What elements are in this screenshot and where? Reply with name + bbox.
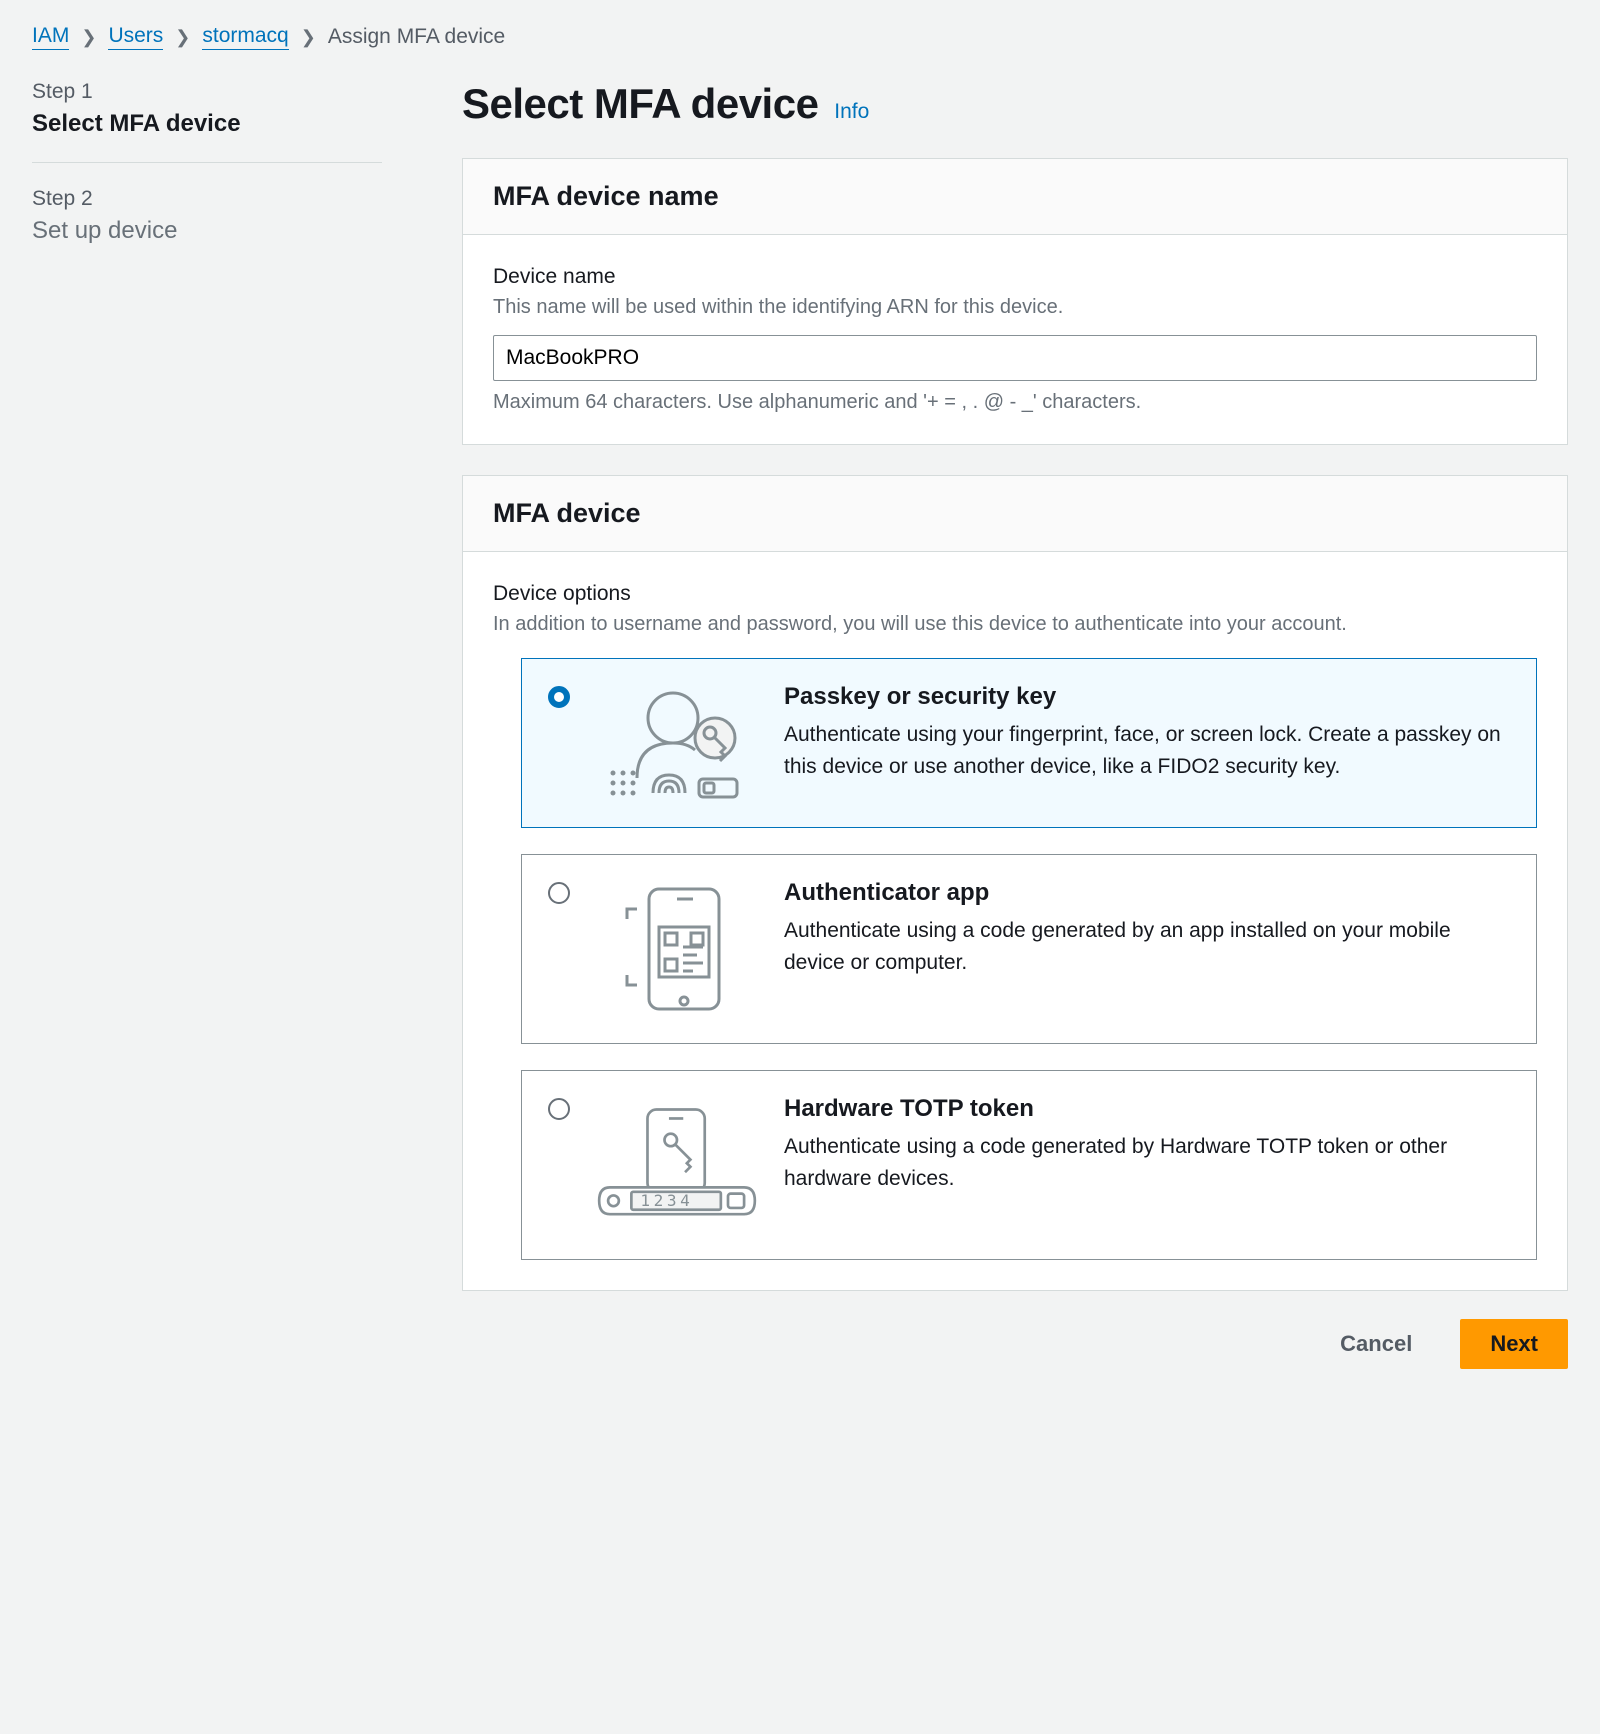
radio-button[interactable]	[548, 686, 570, 708]
device-options-label: Device options	[493, 582, 1537, 606]
device-name-label: Device name	[493, 265, 1537, 289]
step-number: Step 1	[32, 80, 382, 104]
panel-mfa-device: MFA device Device options In addition to…	[462, 475, 1568, 1291]
option-description: Authenticate using your fingerprint, fac…	[784, 719, 1510, 782]
cancel-button[interactable]: Cancel	[1310, 1319, 1442, 1369]
hardware-token-icon: 1234	[592, 1095, 762, 1235]
breadcrumb-iam[interactable]: IAM	[32, 24, 69, 50]
footer-actions: Cancel Next	[462, 1291, 1568, 1409]
device-name-hint: Maximum 64 characters. Use alphanumeric …	[493, 391, 1537, 414]
panel-device-name: MFA device name Device name This name wi…	[462, 158, 1568, 445]
device-name-description: This name will be used within the identi…	[493, 293, 1537, 321]
option-description: Authenticate using a code generated by a…	[784, 915, 1510, 978]
chevron-right-icon: ❯	[175, 27, 190, 48]
step-title: Select MFA device	[32, 110, 382, 138]
breadcrumb-user[interactable]: stormacq	[202, 24, 288, 50]
panel-header: MFA device	[463, 476, 1567, 552]
wizard-step-1[interactable]: Step 1 Select MFA device	[32, 80, 382, 162]
radio-button[interactable]	[548, 1098, 570, 1120]
info-link[interactable]: Info	[834, 100, 869, 123]
option-title: Hardware TOTP token	[784, 1095, 1510, 1123]
wizard-steps: Step 1 Select MFA device Step 2 Set up d…	[32, 80, 382, 1409]
svg-text:1234: 1234	[640, 1191, 693, 1210]
page-title: Select MFA device	[462, 80, 818, 127]
device-options-description: In addition to username and password, yo…	[493, 610, 1537, 638]
option-title: Authenticator app	[784, 879, 1510, 907]
step-title: Set up device	[32, 217, 382, 245]
chevron-right-icon: ❯	[301, 27, 316, 48]
option-authenticator-app[interactable]: Authenticator app Authenticate using a c…	[521, 854, 1537, 1044]
breadcrumb-current: Assign MFA device	[328, 25, 505, 49]
chevron-right-icon: ❯	[81, 27, 96, 48]
passkey-icon	[592, 683, 762, 803]
option-description: Authenticate using a code generated by H…	[784, 1131, 1510, 1194]
divider	[32, 162, 382, 163]
option-passkey[interactable]: Passkey or security key Authenticate usi…	[521, 658, 1537, 828]
breadcrumb-users[interactable]: Users	[108, 24, 163, 50]
breadcrumb: IAM ❯ Users ❯ stormacq ❯ Assign MFA devi…	[32, 24, 1568, 50]
wizard-step-2[interactable]: Step 2 Set up device	[32, 187, 382, 269]
next-button[interactable]: Next	[1460, 1319, 1568, 1369]
radio-button[interactable]	[548, 882, 570, 904]
main-content: Select MFA device Info MFA device name D…	[462, 80, 1568, 1409]
option-hardware-token[interactable]: 1234 Hardware TOTP token Authenticate us…	[521, 1070, 1537, 1260]
panel-header: MFA device name	[463, 159, 1567, 235]
step-number: Step 2	[32, 187, 382, 211]
device-name-input[interactable]	[493, 335, 1537, 381]
option-title: Passkey or security key	[784, 683, 1510, 711]
authenticator-app-icon	[592, 879, 762, 1019]
